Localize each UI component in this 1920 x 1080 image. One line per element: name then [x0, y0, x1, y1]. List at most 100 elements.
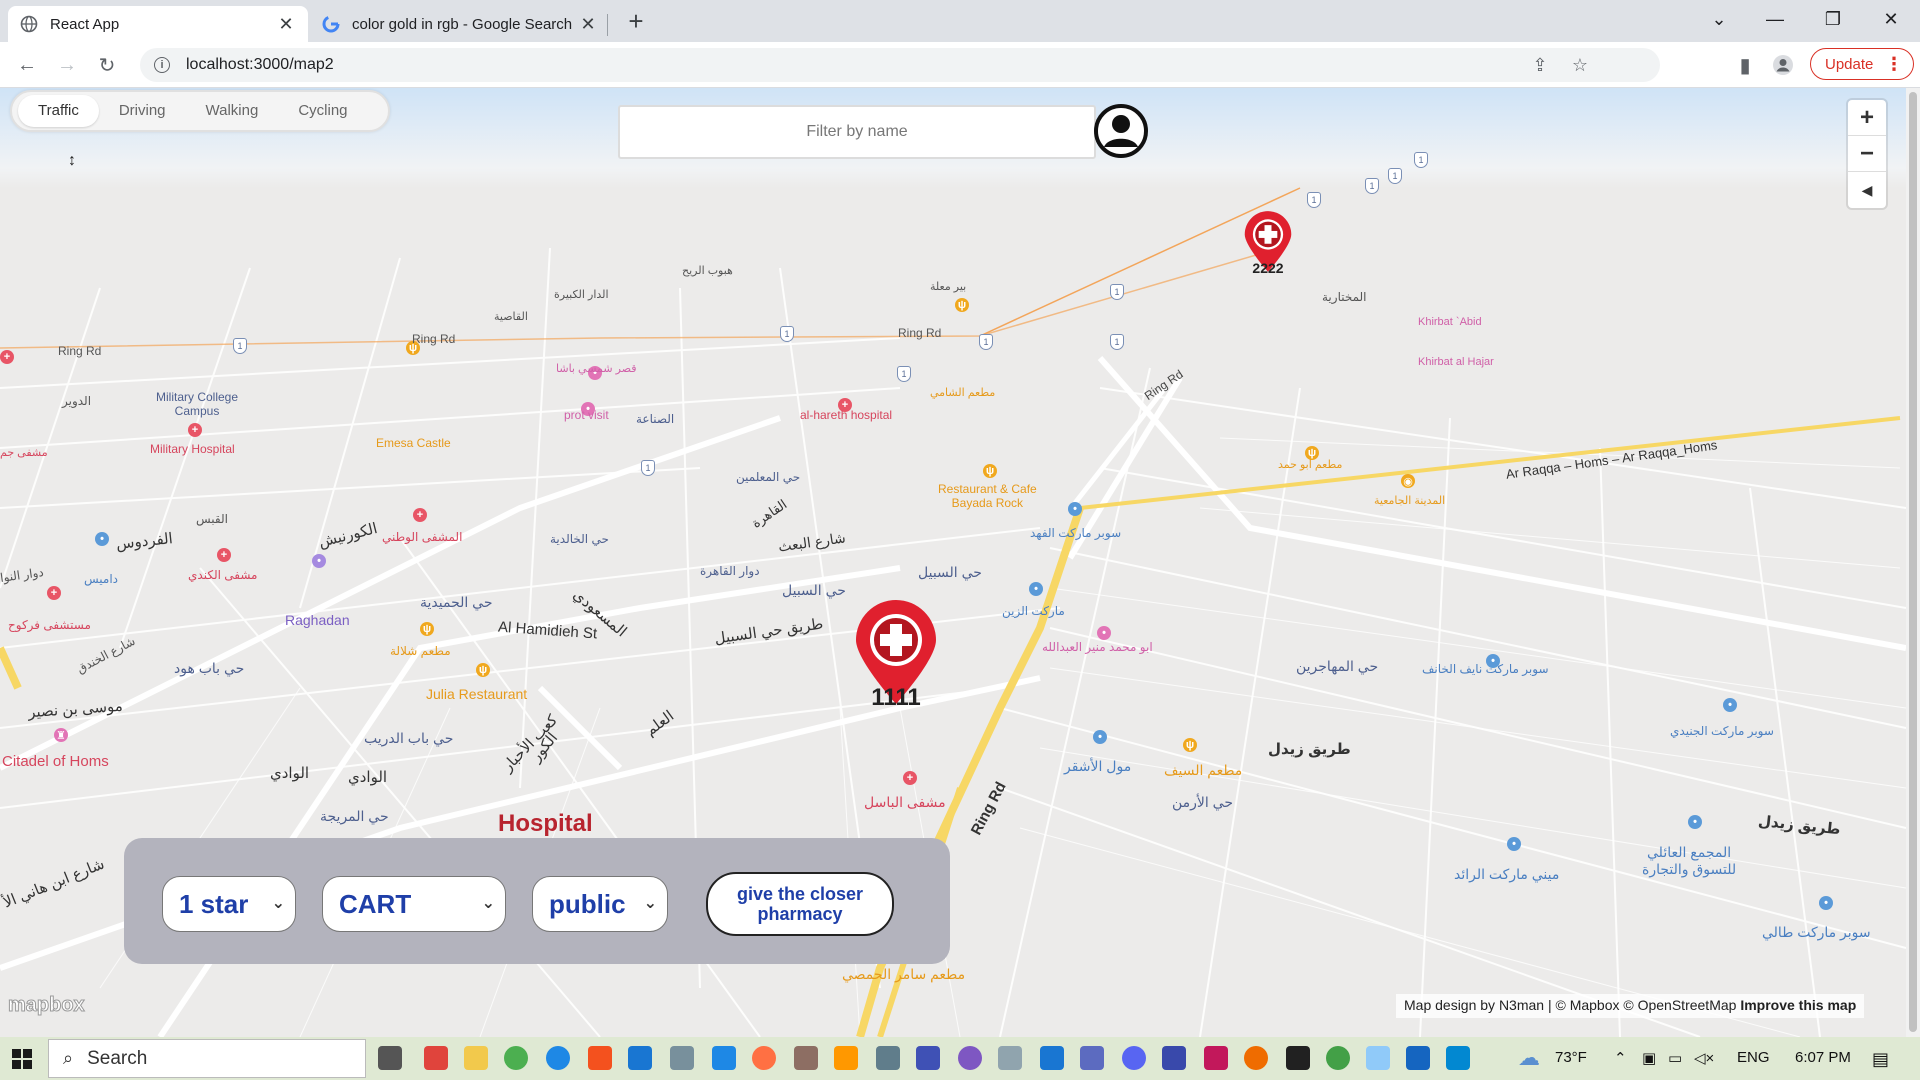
shop-poi-icon[interactable]: •	[1507, 837, 1521, 851]
volume-icon[interactable]: ◁×	[1694, 1049, 1714, 1067]
app-icon[interactable]	[876, 1046, 900, 1070]
update-button[interactable]: Update ⋮	[1810, 48, 1914, 80]
chrome-icon[interactable]	[1326, 1046, 1350, 1070]
mode-traffic[interactable]: Traffic	[18, 95, 99, 127]
hospital-poi-icon[interactable]: +	[217, 548, 231, 562]
weather-icon[interactable]: ☁	[1518, 1045, 1540, 1071]
user-account-icon[interactable]	[1093, 103, 1149, 159]
firefox-icon[interactable]	[1244, 1046, 1268, 1070]
map-canvas[interactable]: Traffic Driving Walking Cycling ↕ Filter…	[0, 88, 1906, 1037]
menu-icon[interactable]: ⋮	[1885, 55, 1903, 73]
shop-poi-icon[interactable]: •	[1093, 730, 1107, 744]
restaurant-poi-icon[interactable]: ψ	[420, 622, 434, 636]
mail-icon[interactable]	[628, 1046, 652, 1070]
restaurant-poi-icon[interactable]: ψ	[983, 464, 997, 478]
attribution-text[interactable]: Map design by N3man | © Mapbox © OpenStr…	[1404, 997, 1736, 1013]
app-icon[interactable]	[916, 1046, 940, 1070]
profile-icon[interactable]	[1768, 50, 1798, 80]
hospital-poi-icon[interactable]: +	[188, 423, 202, 437]
app-icon[interactable]	[670, 1046, 694, 1070]
app-icon[interactable]	[998, 1046, 1022, 1070]
weather-temp[interactable]: 73°F	[1555, 1049, 1587, 1066]
tray-chevron-icon[interactable]: ⌃	[1614, 1049, 1627, 1067]
task-view-icon[interactable]	[378, 1046, 402, 1070]
shop-poi-icon[interactable]: •	[1723, 698, 1737, 712]
shop-poi-icon[interactable]: •	[95, 532, 109, 546]
mode-driving[interactable]: Driving	[99, 95, 186, 127]
star-icon[interactable]: ☆	[1568, 53, 1592, 77]
hospital-poi-icon[interactable]: +	[47, 586, 61, 600]
maximize-icon[interactable]: ❐	[1810, 0, 1856, 38]
edge-icon[interactable]	[546, 1046, 570, 1070]
page-scrollbar[interactable]	[1906, 88, 1920, 1037]
compass-icon[interactable]: ◀	[1848, 172, 1886, 208]
windows-start-icon[interactable]	[12, 1049, 32, 1069]
zoom-out-icon[interactable]: −	[1848, 136, 1886, 172]
hospital-poi-icon[interactable]: +	[903, 771, 917, 785]
chrome-icon[interactable]	[504, 1046, 528, 1070]
window-close-icon[interactable]: ✕	[1868, 0, 1914, 38]
app-icon[interactable]	[1080, 1046, 1104, 1070]
place-poi-icon[interactable]: •	[312, 554, 326, 568]
tab-google-search[interactable]: color gold in rgb - Google Search ✕	[310, 6, 610, 42]
file-explorer-icon[interactable]	[464, 1046, 488, 1070]
scrollbar-thumb[interactable]	[1909, 92, 1917, 1032]
hospital-poi-icon[interactable]: +	[413, 508, 427, 522]
app-icon[interactable]	[1204, 1046, 1228, 1070]
restaurant-poi-icon[interactable]: ψ	[955, 298, 969, 312]
filter-input[interactable]: Filter by name	[618, 105, 1096, 159]
app-icon[interactable]	[1366, 1046, 1390, 1070]
app-icon[interactable]	[1162, 1046, 1186, 1070]
app-icon[interactable]	[1446, 1046, 1470, 1070]
category-select[interactable]: CART ⌄	[322, 876, 506, 932]
info-icon[interactable]: i	[154, 57, 170, 73]
app-icon[interactable]	[834, 1046, 858, 1070]
notifications-icon[interactable]: ▤	[1872, 1049, 1889, 1070]
hospital-poi-icon[interactable]: +	[0, 350, 14, 364]
side-panel-icon[interactable]: ▮	[1730, 50, 1760, 80]
address-bar[interactable]: i localhost:3000/map2 ⇪ ☆	[140, 48, 1660, 82]
restaurant-poi-icon[interactable]: ψ	[1183, 738, 1197, 752]
type-select[interactable]: public ⌄	[532, 876, 668, 932]
close-icon[interactable]: ✕	[276, 14, 296, 34]
terminal-icon[interactable]	[1286, 1046, 1310, 1070]
back-icon[interactable]: ←	[12, 50, 42, 80]
shop-poi-icon[interactable]: •	[1029, 582, 1043, 596]
shop-poi-icon[interactable]: •	[1819, 896, 1833, 910]
forward-icon[interactable]: →	[52, 50, 82, 80]
closer-pharmacy-button[interactable]: give the closer pharmacy	[706, 872, 894, 936]
restaurant-poi-icon[interactable]: ψ	[476, 663, 490, 677]
mode-walking[interactable]: Walking	[186, 95, 279, 127]
word-icon[interactable]	[1406, 1046, 1430, 1070]
battery-icon[interactable]: ▭	[1668, 1049, 1682, 1067]
mosque-poi-icon[interactable]: ◉	[1401, 474, 1415, 488]
language-indicator[interactable]: ENG	[1737, 1049, 1770, 1066]
rating-select[interactable]: 1 star ⌄	[162, 876, 296, 932]
landmark-poi-icon[interactable]: •	[1097, 626, 1111, 640]
tab-search-icon[interactable]: ⌄	[1696, 0, 1742, 38]
resize-vertical-icon[interactable]: ↕	[68, 152, 76, 170]
app-icon[interactable]	[794, 1046, 818, 1070]
app-icon[interactable]	[958, 1046, 982, 1070]
discord-icon[interactable]	[1122, 1046, 1146, 1070]
tab-react-app[interactable]: React App ✕	[8, 6, 308, 42]
mapbox-logo[interactable]: mapbox	[8, 994, 86, 1017]
app-icon[interactable]	[424, 1046, 448, 1070]
pharmacy-marker-2222[interactable]: 2222	[1242, 210, 1294, 276]
taskbar-search[interactable]: ⌕ Search	[48, 1039, 366, 1078]
castle-poi-icon[interactable]: ♜	[54, 728, 68, 742]
improve-map-link[interactable]: Improve this map	[1740, 997, 1856, 1013]
clock[interactable]: 6:07 PM	[1795, 1049, 1851, 1066]
app-icon[interactable]	[752, 1046, 776, 1070]
new-tab-icon[interactable]: +	[622, 8, 650, 36]
reload-icon[interactable]: ↻	[92, 50, 122, 80]
minimize-icon[interactable]: —	[1752, 0, 1798, 38]
zoom-in-icon[interactable]: +	[1848, 100, 1886, 136]
close-icon[interactable]: ✕	[578, 14, 598, 34]
office-icon[interactable]	[588, 1046, 612, 1070]
shop-poi-icon[interactable]: •	[1688, 815, 1702, 829]
network-icon[interactable]: ▣	[1642, 1049, 1656, 1067]
share-icon[interactable]: ⇪	[1528, 53, 1552, 77]
pharmacy-marker-1111[interactable]: 1111	[852, 598, 940, 711]
vscode-icon[interactable]	[1040, 1046, 1064, 1070]
